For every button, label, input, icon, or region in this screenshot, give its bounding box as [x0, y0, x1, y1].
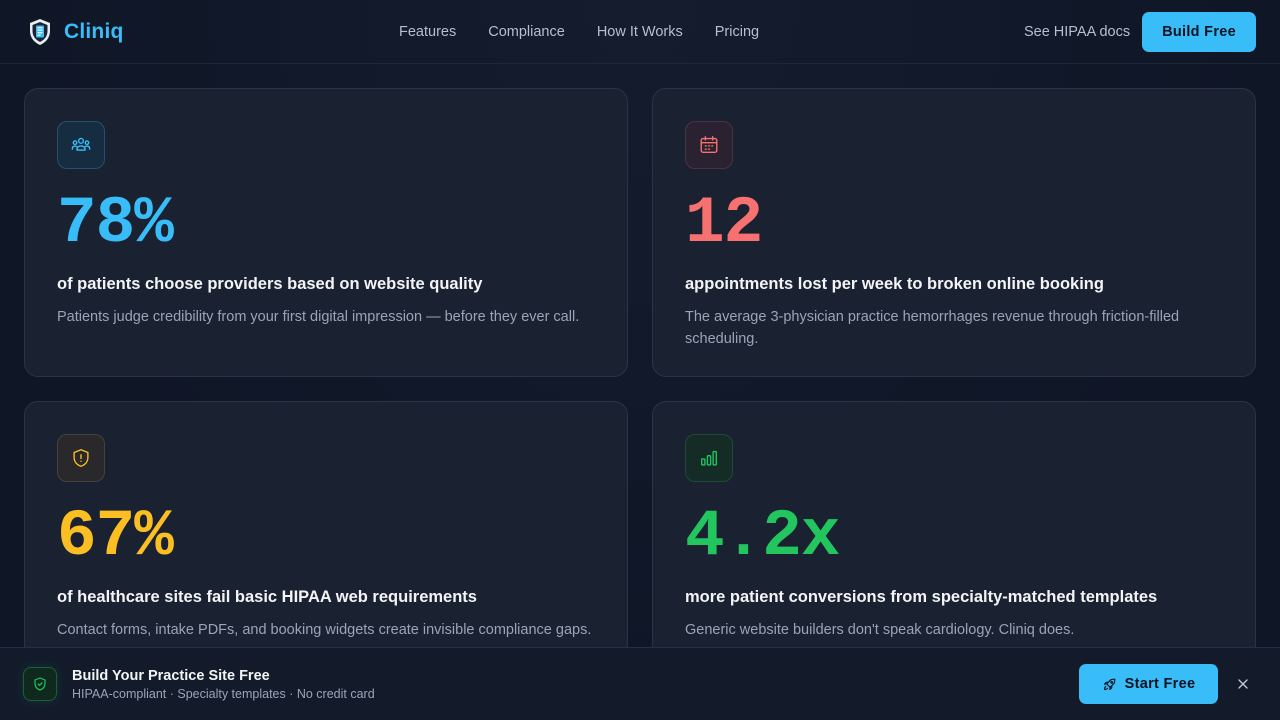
stat-value: 78% — [57, 186, 174, 261]
cta-bar-subtitle: HIPAA-compliant · Specialty templates · … — [72, 687, 375, 701]
stat-description: Generic website builders don't speak car… — [685, 622, 1075, 638]
nav-features[interactable]: Features — [399, 24, 456, 40]
stat-value: 12 — [685, 186, 763, 261]
stat-value: 67% — [57, 499, 174, 574]
cta-bar-title: Build Your Practice Site Free — [72, 668, 270, 684]
stat-value: 4.2x — [685, 499, 840, 574]
site-header: Cliniq Features Compliance How It Works … — [0, 0, 1280, 64]
calendar-icon — [685, 121, 733, 169]
stat-description: Contact forms, intake PDFs, and booking … — [57, 622, 592, 638]
patients-group-icon — [57, 121, 105, 169]
shield-logo-icon — [30, 19, 50, 45]
hipaa-docs-link[interactable]: See HIPAA docs — [1024, 24, 1130, 40]
main-nav: Features Compliance How It Works Pricing — [399, 0, 759, 64]
stat-title: of patients choose providers based on we… — [57, 275, 483, 293]
nav-how-it-works[interactable]: How It Works — [597, 24, 683, 40]
brand-name: Cliniq — [64, 20, 124, 43]
start-free-button[interactable]: Start Free — [1079, 664, 1218, 704]
rocket-icon — [1103, 678, 1116, 690]
close-icon[interactable] — [1232, 673, 1254, 695]
nav-compliance[interactable]: Compliance — [488, 24, 565, 40]
stat-title: of healthcare sites fail basic HIPAA web… — [57, 588, 477, 606]
start-free-label: Start Free — [1124, 676, 1196, 692]
stat-title: appointments lost per week to broken onl… — [685, 275, 1104, 293]
shield-check-icon — [23, 667, 57, 701]
build-free-button[interactable]: Build Free — [1142, 12, 1256, 52]
brand-link[interactable]: Cliniq — [28, 18, 124, 46]
sticky-cta-bar: Build Your Practice Site Free HIPAA-comp… — [0, 647, 1280, 720]
shield-alert-icon — [57, 434, 105, 482]
stat-description: The average 3-physician practice hemorrh… — [685, 309, 1180, 347]
header-actions: See HIPAA docs Build Free — [1024, 12, 1256, 52]
stat-card-patients: 78% of patients choose providers based o… — [24, 88, 628, 377]
stat-title: more patient conversions from specialty-… — [685, 588, 1158, 606]
stat-card-appointments: 12 appointments lost per week to broken … — [652, 88, 1256, 377]
nav-pricing[interactable]: Pricing — [715, 24, 759, 40]
stat-description: Patients judge credibility from your fir… — [57, 309, 580, 325]
bar-chart-icon — [685, 434, 733, 482]
